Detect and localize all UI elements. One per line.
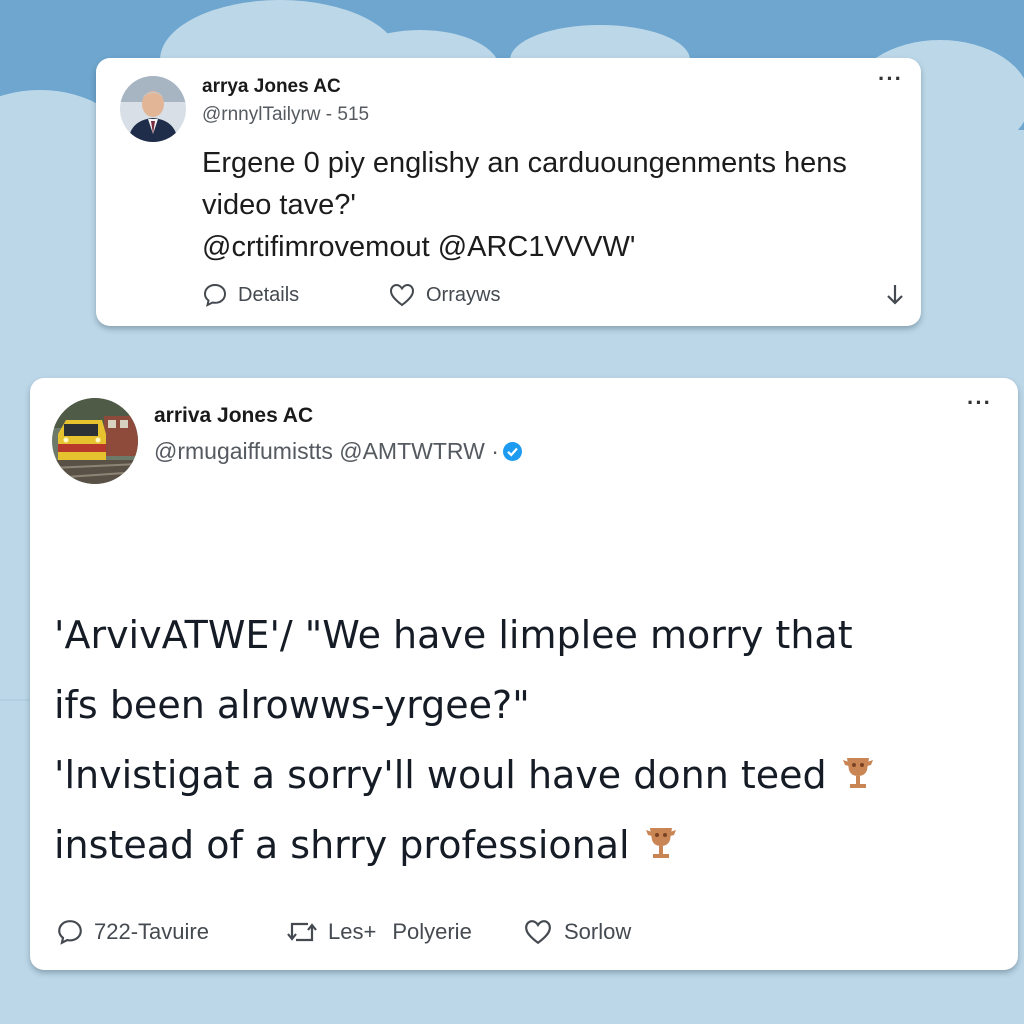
- more-options-icon[interactable]: ···: [878, 68, 903, 90]
- more-options-icon[interactable]: ···: [967, 392, 992, 414]
- post-text-line: 'ArvivATWE'/ "We have limplee morry that: [54, 613, 853, 657]
- post-text-line: video tave?': [202, 189, 356, 221]
- reply-label: 722-Tavuire: [94, 919, 209, 944]
- share-button[interactable]: [884, 282, 916, 308]
- user-handle[interactable]: @rnnylTailyrw - 515: [202, 104, 369, 126]
- post-text-fragment: 'lnvistigat a sorry'll woul have donn te…: [54, 753, 827, 797]
- post-text: Ergene 0 piy englishy an carduoungenment…: [202, 142, 902, 268]
- post-text: 'ArvivATWE'/ "We have limplee morry that…: [54, 600, 1004, 880]
- post-text-line: ifs been alrowws-yrgee?": [54, 683, 530, 727]
- post-text-line: Ergene 0 piy englishy an carduoungenment…: [202, 147, 847, 179]
- post-text-line[interactable]: @crtifimrovemout @ARC1VVVW': [202, 226, 902, 268]
- retweet-label: Les+: [328, 919, 377, 944]
- heart-icon: [389, 283, 415, 307]
- comment-icon: [58, 920, 82, 945]
- user-handle[interactable]: @rmugaiffumistts @AMTWTRW ·: [154, 438, 522, 465]
- user-handle-text: @rmugaiffumistts @AMTWTRW ·: [154, 438, 499, 464]
- heart-icon: [525, 920, 551, 945]
- reply-button[interactable]: 722-Tavuire: [56, 918, 209, 946]
- share-down-icon: [887, 285, 903, 305]
- retweet-button[interactable]: Les+ Polyerie: [286, 918, 472, 946]
- post-text-fragment: instead of a shrry professional: [54, 823, 630, 867]
- avatar[interactable]: [120, 76, 186, 142]
- person-avatar-icon: [120, 76, 186, 142]
- trophy-emoji-icon: [644, 814, 678, 858]
- train-avatar-icon: [52, 398, 138, 484]
- retweet-label-secondary: Polyerie: [392, 919, 472, 944]
- verified-badge-icon: [502, 442, 522, 461]
- avatar[interactable]: [52, 398, 138, 484]
- post-card-1[interactable]: arrya Jones AC @rnnylTailyrw - 515 ··· E…: [96, 58, 921, 326]
- post-text-line: instead of a shrry professional: [54, 810, 1004, 880]
- post-card-2[interactable]: arriva Jones AC @rmugaiffumistts @AMTWTR…: [30, 378, 1018, 970]
- comment-icon: [203, 283, 227, 307]
- like-button[interactable]: Orrayws: [388, 282, 500, 308]
- like-label: Sorlow: [564, 919, 632, 944]
- details-label: Details: [238, 283, 300, 306]
- trophy-emoji-icon: [841, 744, 875, 788]
- like-label: Orrayws: [426, 283, 501, 306]
- retweet-icon: [287, 922, 317, 942]
- display-name[interactable]: arrya Jones AC: [202, 76, 341, 98]
- post-text-line: 'lnvistigat a sorry'll woul have donn te…: [54, 740, 1004, 810]
- like-button[interactable]: Sorlow: [522, 918, 631, 946]
- details-button[interactable]: Details: [202, 282, 299, 308]
- display-name[interactable]: arriva Jones AC: [154, 404, 313, 428]
